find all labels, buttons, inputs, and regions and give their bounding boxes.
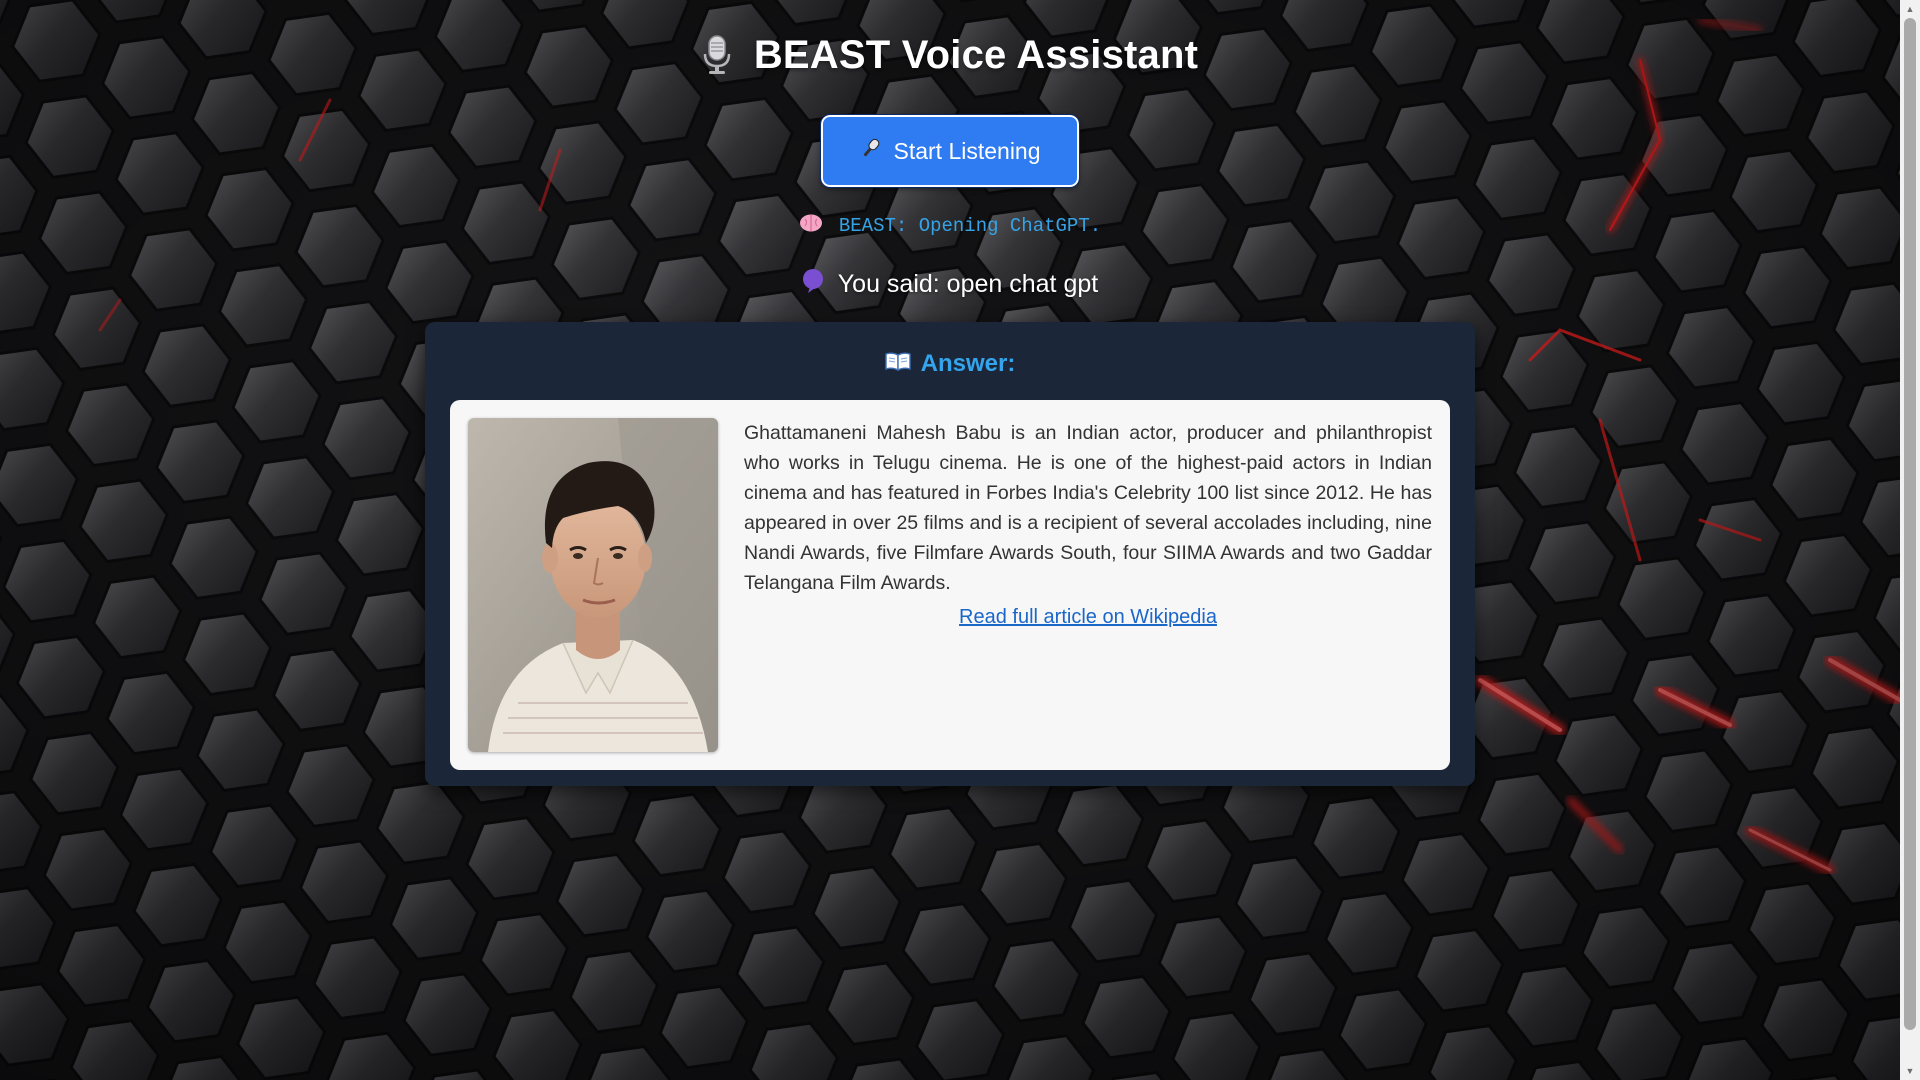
scroll-up-arrow-icon[interactable]: ▲ — [1900, 0, 1920, 18]
speech-bubble-icon — [802, 268, 824, 301]
book-icon — [884, 350, 911, 378]
answer-panel: Answer: Ghattamaneni Mahesh Babu is an I… — [425, 322, 1475, 786]
vertical-scrollbar[interactable]: ▲ ▼ — [1900, 0, 1920, 1080]
microphone-icon — [859, 136, 883, 166]
answer-heading: Answer: — [920, 350, 1016, 377]
answer-card: Ghattamaneni Mahesh Babu is an Indian ac… — [450, 400, 1450, 770]
user-transcript-text: You said: open chat gpt — [837, 269, 1099, 298]
assistant-status: BEAST: Opening ChatGPT. — [799, 211, 1101, 241]
header: BEAST Voice Assistant — [702, 30, 1198, 80]
app-page: BEAST Voice Assistant Start Listening BE… — [0, 0, 1900, 1080]
start-listening-button[interactable]: Start Listening — [820, 114, 1080, 188]
wikipedia-link[interactable]: Read full article on Wikipedia — [744, 606, 1432, 629]
page-title: BEAST Voice Assistant — [753, 32, 1199, 77]
answer-text: Ghattamaneni Mahesh Babu is an Indian ac… — [744, 422, 1432, 594]
scrollbar-thumb[interactable] — [1904, 18, 1916, 1030]
user-transcript: You said: open chat gpt — [802, 267, 1098, 301]
microphone-icon — [703, 35, 731, 74]
subject-photo — [468, 418, 718, 752]
answer-header: Answer: — [450, 347, 1450, 381]
scroll-down-arrow-icon[interactable]: ▼ — [1900, 1062, 1920, 1080]
brain-icon — [799, 213, 823, 239]
assistant-message: BEAST: Opening ChatGPT. — [838, 215, 1102, 237]
start-listening-label: Start Listening — [893, 137, 1041, 164]
answer-body: Ghattamaneni Mahesh Babu is an Indian ac… — [744, 418, 1432, 752]
